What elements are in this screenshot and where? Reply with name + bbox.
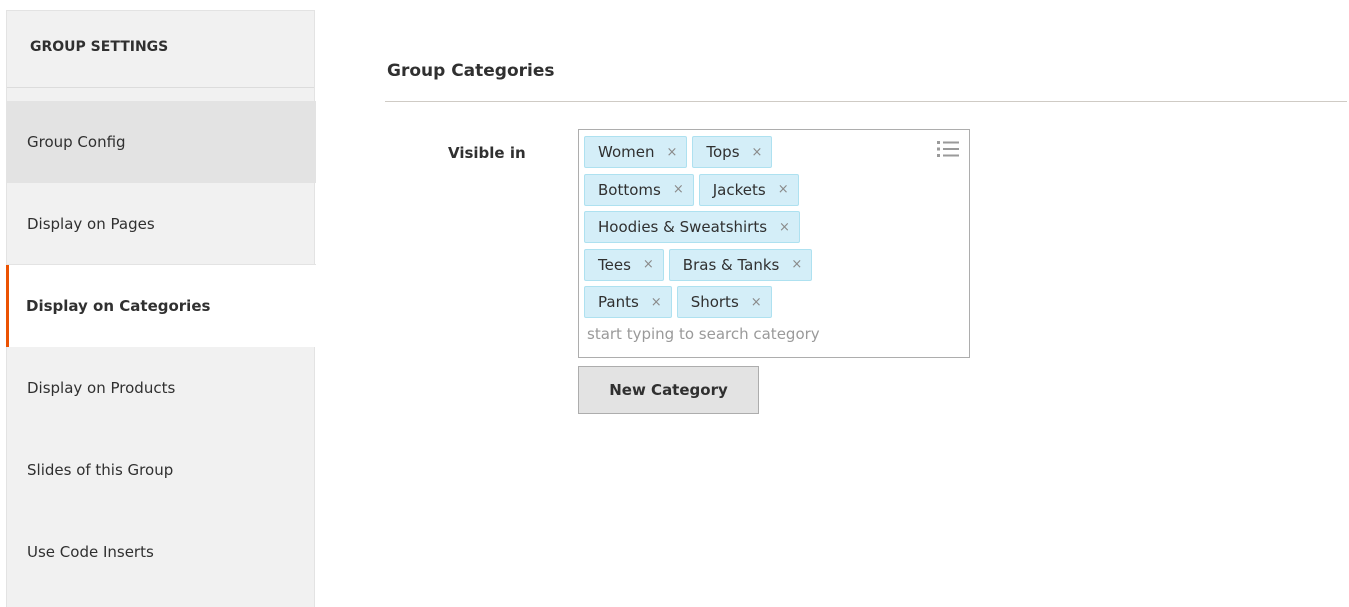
category-tag: Tops × <box>692 136 773 168</box>
sidebar-item-group-config[interactable]: Group Config <box>7 101 316 183</box>
tag-label: Tees <box>598 255 631 274</box>
visible-in-label: Visible in <box>448 144 526 162</box>
tag-label: Jackets <box>712 180 766 199</box>
section-title: Group Categories <box>387 61 555 81</box>
tag-label: Tops <box>706 143 740 161</box>
tag-row: Bottoms × Jackets × <box>584 173 965 212</box>
remove-tag-icon[interactable]: × <box>666 145 677 160</box>
remove-tag-icon[interactable]: × <box>778 182 789 197</box>
sidebar-item-label: Group Config <box>27 133 126 151</box>
sidebar-item-label: Display on Products <box>27 379 176 397</box>
tag-label: Shorts <box>690 293 739 311</box>
tag-label: Bottoms <box>598 180 661 199</box>
category-tag: Bottoms × <box>584 173 694 206</box>
sidebar-item-label: Slides of this Group <box>27 461 174 479</box>
category-tag: Women × <box>584 136 688 168</box>
list-icon[interactable] <box>937 140 959 158</box>
sidebar-item-display-on-categories[interactable]: Display on Categories <box>6 265 316 347</box>
sidebar-title: GROUP SETTINGS <box>7 11 314 88</box>
sidebar-item-slides-of-this-group[interactable]: Slides of this Group <box>7 429 316 511</box>
category-tag: Hoodies & Sweatshirts × <box>584 211 800 243</box>
category-tag: Pants × <box>584 286 672 318</box>
sidebar-item-display-on-products[interactable]: Display on Products <box>7 347 316 429</box>
section-divider <box>385 101 1347 102</box>
category-multiselect[interactable]: Women × Tops × Bottoms × Jackets × Hoodi… <box>578 129 970 358</box>
tag-row: Hoodies & Sweatshirts × <box>584 211 965 249</box>
tag-row: Women × Tops × <box>584 136 965 174</box>
category-tag: Tees × <box>584 248 664 281</box>
category-tag: Shorts × <box>676 286 772 318</box>
remove-tag-icon[interactable]: × <box>651 295 662 310</box>
remove-tag-icon[interactable]: × <box>779 220 790 235</box>
remove-tag-icon[interactable]: × <box>643 257 654 272</box>
tag-label: Pants <box>598 293 639 311</box>
tag-row: Pants × Shorts × <box>584 286 965 324</box>
category-search-input[interactable] <box>584 322 954 345</box>
remove-tag-icon[interactable]: × <box>791 257 802 272</box>
sidebar-item-display-on-pages[interactable]: Display on Pages <box>7 183 316 265</box>
sidebar-item-label: Use Code Inserts <box>27 543 154 561</box>
remove-tag-icon[interactable]: × <box>752 145 763 160</box>
sidebar-item-label: Display on Categories <box>26 297 211 315</box>
sidebar-item-label: Display on Pages <box>27 214 155 233</box>
tag-label: Hoodies & Sweatshirts <box>598 218 768 236</box>
tag-row: Tees × Bras & Tanks × <box>584 248 965 287</box>
sidebar-item-use-code-inserts[interactable]: Use Code Inserts <box>7 511 316 593</box>
remove-tag-icon[interactable]: × <box>751 295 762 310</box>
tag-label: Women <box>598 143 655 161</box>
category-tag: Jackets × <box>698 173 799 206</box>
new-category-button[interactable]: New Category <box>578 366 759 414</box>
category-tag: Bras & Tanks × <box>668 248 813 281</box>
tag-label: Bras & Tanks <box>682 255 780 274</box>
sidebar-nav: Group Config Display on Pages Display on… <box>6 101 316 593</box>
settings-sidebar: GROUP SETTINGS Group Config Display on P… <box>6 10 316 607</box>
remove-tag-icon[interactable]: × <box>673 182 684 197</box>
